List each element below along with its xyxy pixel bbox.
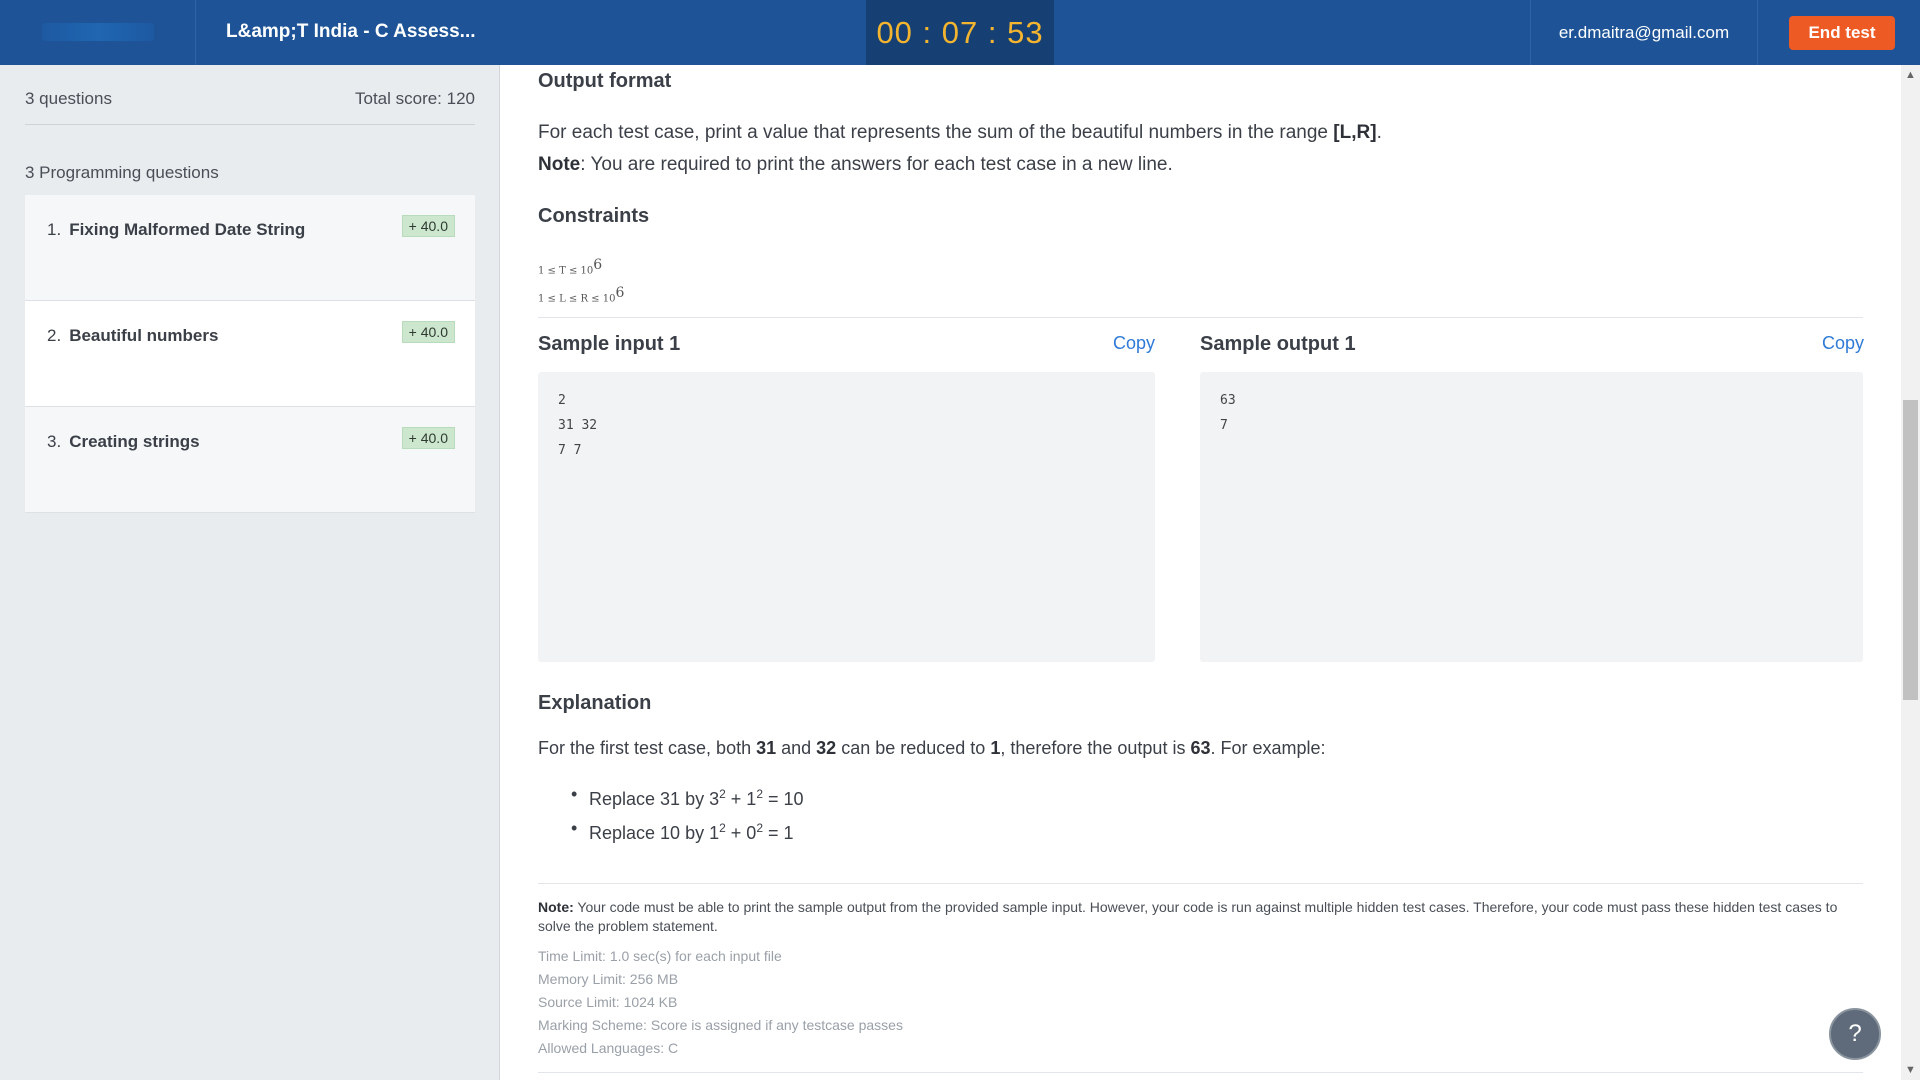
time-limit: Time Limit: 1.0 sec(s) for each input fi… xyxy=(538,948,782,964)
constraints-list: 1 ≤ T ≤ 106 1 ≤ L ≤ R ≤ 106 xyxy=(538,254,624,311)
explanation-step-1: Replace 31 by 32 + 12 = 10 xyxy=(571,777,804,811)
countdown-timer: 00 : 07 : 53 xyxy=(866,0,1054,65)
explanation-steps: Replace 31 by 32 + 12 = 10 Replace 10 by… xyxy=(571,777,804,845)
main-scrollbar[interactable]: ▲ ▼ xyxy=(1901,65,1920,1080)
memory-limit: Memory Limit: 256 MB xyxy=(538,971,679,987)
copy-output-link[interactable]: Copy xyxy=(1822,333,1864,354)
question-title: Creating strings xyxy=(69,432,200,451)
scroll-up-arrow-icon[interactable]: ▲ xyxy=(1905,69,1916,81)
score-badge: + 40.0 xyxy=(401,215,455,237)
sidebar-summary: 3 questions Total score: 120 xyxy=(25,89,475,125)
copy-input-link[interactable]: Copy xyxy=(1113,333,1155,354)
source-limit: Source Limit: 1024 KB xyxy=(538,994,678,1010)
sample-input-line: 2 xyxy=(558,393,566,408)
question-title: Fixing Malformed Date String xyxy=(69,220,306,239)
sample-input-line: 7 7 xyxy=(558,443,582,458)
bottom-divider xyxy=(538,1072,1863,1073)
explanation-fragment: For the first test case, both xyxy=(538,738,757,758)
explanation-step-2: Replace 10 by 12 + 02 = 1 xyxy=(571,811,804,845)
explanation-fragment: , therefore the output is xyxy=(1000,738,1191,758)
output-text: For each test case, print a value that r… xyxy=(538,122,1334,143)
problem-statement: Output format For each test case, print … xyxy=(501,65,1901,1080)
explanation-bold: 1 xyxy=(990,738,1001,758)
step-text: + 1 xyxy=(725,789,757,809)
explanation-fragment: and xyxy=(776,738,817,758)
score-badge: + 40.0 xyxy=(401,427,455,449)
brand-logo[interactable] xyxy=(0,0,196,65)
sample-input-title: Sample input 1 xyxy=(538,333,681,355)
question-sidebar: 3 questions Total score: 120 3 Programmi… xyxy=(0,65,500,1080)
section-divider xyxy=(538,317,1863,318)
step-text: + 0 xyxy=(725,823,757,843)
step-exponent: 2 xyxy=(719,787,726,801)
hidden-tests-note: Note: Your code must be able to print th… xyxy=(538,898,1863,936)
output-format-heading: Output format xyxy=(538,70,672,92)
help-button[interactable]: ? xyxy=(1829,1008,1881,1060)
sample-output-line: 63 xyxy=(1220,393,1236,408)
scrollbar-thumb[interactable] xyxy=(1903,400,1918,700)
logo-mark xyxy=(42,23,154,41)
scroll-down-arrow-icon[interactable]: ▼ xyxy=(1905,1064,1916,1076)
question-list: 1. Fixing Malformed Date String + 40.0 2.… xyxy=(25,195,475,513)
problem-limits: Time Limit: 1.0 sec(s) for each input fi… xyxy=(538,945,903,1060)
question-count: 3 questions xyxy=(25,89,112,108)
constraint-exponent: 6 xyxy=(615,285,625,302)
note-divider xyxy=(538,883,1863,884)
sample-output-line: 7 xyxy=(1220,418,1228,433)
question-label: 1. Fixing Malformed Date String xyxy=(47,220,305,240)
end-test-button[interactable]: End test xyxy=(1789,16,1895,50)
question-number: 3. xyxy=(47,432,62,451)
user-menu[interactable]: er.dmaitra@gmail.com xyxy=(1530,0,1758,65)
score-badge: + 40.0 xyxy=(401,321,455,343)
range-text: [L,R] xyxy=(1333,122,1377,143)
question-number: 1. xyxy=(47,220,62,239)
constraint-exponent: 6 xyxy=(593,257,603,273)
test-title: L&amp;T India - C Assess... xyxy=(226,21,476,42)
step-exponent: 2 xyxy=(756,787,763,801)
sample-input-line: 31 32 xyxy=(558,418,598,433)
sample-output-title: Sample output 1 xyxy=(1200,333,1356,355)
constraint-text: 1 ≤ T ≤ 10 xyxy=(538,265,594,277)
user-email: er.dmaitra@gmail.com xyxy=(1558,23,1730,42)
constraint-text: 1 ≤ L ≤ R ≤ 10 xyxy=(538,293,616,305)
output-text-end: . xyxy=(1376,122,1382,143)
constraint-1: 1 ≤ T ≤ 106 xyxy=(538,254,624,282)
question-group-label: 3 Programming questions xyxy=(25,163,219,182)
sample-output-box[interactable]: 63 7 xyxy=(1200,372,1863,662)
step-text: Replace 31 by 3 xyxy=(589,789,720,809)
marking-scheme: Marking Scheme: Score is assigned if any… xyxy=(538,1017,903,1033)
question-item-3[interactable]: 3. Creating strings + 40.0 xyxy=(25,407,475,513)
allowed-languages: Allowed Languages: C xyxy=(538,1040,679,1056)
question-number: 2. xyxy=(47,326,62,345)
top-header: L&amp;T India - C Assess... 00 : 07 : 53… xyxy=(0,0,1920,65)
sample-input-box[interactable]: 2 31 32 7 7 xyxy=(538,372,1155,662)
constraints-heading: Constraints xyxy=(538,205,650,227)
explanation-bold: 63 xyxy=(1190,738,1211,758)
question-label: 3. Creating strings xyxy=(47,432,200,452)
question-label: 2. Beautiful numbers xyxy=(47,326,218,346)
explanation-bold: 31 xyxy=(756,738,777,758)
question-item-2[interactable]: 2. Beautiful numbers + 40.0 xyxy=(25,301,475,407)
note-label: Note xyxy=(538,154,581,175)
question-title: Beautiful numbers xyxy=(69,326,219,345)
note-text: : You are required to print the answers … xyxy=(580,154,1173,175)
explanation-bold: 32 xyxy=(816,738,837,758)
step-text: Replace 10 by 1 xyxy=(589,823,720,843)
output-format-text: For each test case, print a value that r… xyxy=(538,117,1382,181)
step-text: = 10 xyxy=(763,789,804,809)
constraint-2: 1 ≤ L ≤ R ≤ 106 xyxy=(538,282,624,310)
question-item-1[interactable]: 1. Fixing Malformed Date String + 40.0 xyxy=(25,195,475,301)
step-text: = 1 xyxy=(763,823,794,843)
explanation-text: For the first test case, both 31 and 32 … xyxy=(538,732,1326,764)
explanation-fragment: can be reduced to xyxy=(836,738,991,758)
explanation-fragment: . For example: xyxy=(1210,738,1326,758)
explanation-heading: Explanation xyxy=(538,692,652,714)
total-score: Total score: 120 xyxy=(354,89,475,108)
step-exponent: 2 xyxy=(756,821,763,835)
step-exponent: 2 xyxy=(719,821,726,835)
note-text: Your code must be able to print the samp… xyxy=(538,899,1838,934)
note-label: Note: xyxy=(538,899,574,915)
